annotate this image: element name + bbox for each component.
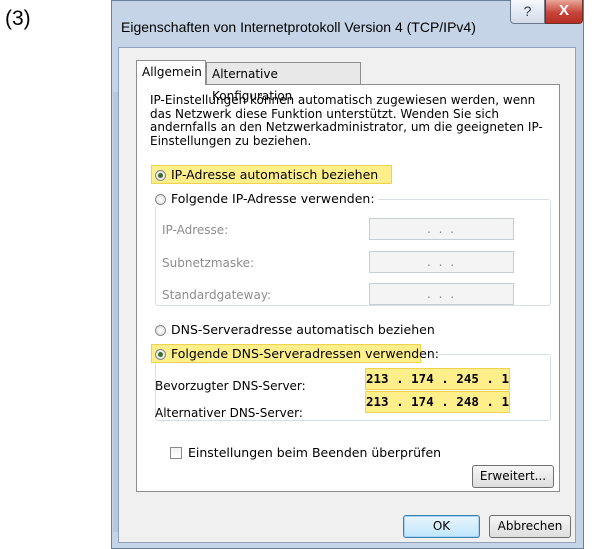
ok-button[interactable]: OK	[403, 515, 480, 538]
tab-allgemein[interactable]: Allgemein	[136, 60, 206, 85]
window-title: Eigenschaften von Internetprotokoll Vers…	[121, 19, 476, 35]
dns-manual-radio[interactable]: Folgende DNS-Serveradressen verwenden:	[155, 346, 439, 362]
checkbox-icon	[170, 447, 182, 459]
tab-panel-general: IP-Einstellungen können automatisch zuge…	[136, 84, 560, 492]
radio-checked-icon	[155, 170, 166, 181]
ip-manual-label: Folgende IP-Adresse verwenden:	[171, 191, 375, 206]
ip-auto-radio[interactable]: IP-Adresse automatisch beziehen	[155, 167, 378, 183]
question-icon: ?	[523, 3, 532, 19]
radio-checked-icon	[155, 349, 166, 360]
radio-unchecked-icon	[155, 194, 166, 205]
subnet-mask-input[interactable]: . . .	[369, 251, 514, 273]
cancel-button[interactable]: Abbrechen	[489, 515, 571, 538]
advanced-button[interactable]: Erweitert...	[472, 465, 554, 488]
alternate-dns-input[interactable]: 213 . 174 . 248 . 1	[365, 391, 510, 413]
preferred-dns-input[interactable]: 213 . 174 . 245 . 1	[365, 368, 510, 390]
preferred-dns-label: Bevorzugter DNS-Server:	[155, 379, 306, 393]
ip-address-input[interactable]: . . .	[369, 218, 514, 240]
tcpip-properties-dialog: Eigenschaften von Internetprotokoll Vers…	[111, 0, 594, 549]
dialog-client-area: Allgemein Alternative Konfiguration IP-E…	[118, 47, 576, 543]
subnet-mask-label: Subnetzmaske:	[162, 256, 255, 270]
close-button[interactable]: X	[545, 0, 583, 24]
dns-manual-label: Folgende DNS-Serveradressen verwenden:	[171, 346, 440, 361]
dns-auto-label: DNS-Serveradresse automatisch beziehen	[171, 322, 435, 337]
help-button[interactable]: ?	[510, 0, 545, 24]
dns-auto-radio[interactable]: DNS-Serveradresse automatisch beziehen	[155, 322, 435, 338]
default-gateway-label: Standardgateway:	[162, 288, 272, 302]
ip-address-label: IP-Adresse:	[162, 223, 229, 237]
ip-manual-radio[interactable]: Folgende IP-Adresse verwenden:	[155, 191, 378, 207]
default-gateway-input[interactable]: . . .	[369, 283, 514, 305]
validate-on-exit-label: Einstellungen beim Beenden überprüfen	[188, 445, 442, 460]
validate-on-exit-checkbox[interactable]: Einstellungen beim Beenden überprüfen	[170, 445, 441, 461]
radio-unchecked-icon	[155, 325, 166, 336]
alternate-dns-label: Alternativer DNS-Server:	[155, 406, 303, 420]
tab-alternative-konfiguration[interactable]: Alternative Konfiguration	[206, 62, 361, 103]
ip-auto-label: IP-Adresse automatisch beziehen	[171, 167, 379, 182]
step-label: (3)	[5, 7, 31, 30]
description-text: IP-Einstellungen können automatisch zuge…	[150, 93, 543, 148]
close-icon: X	[558, 2, 569, 19]
